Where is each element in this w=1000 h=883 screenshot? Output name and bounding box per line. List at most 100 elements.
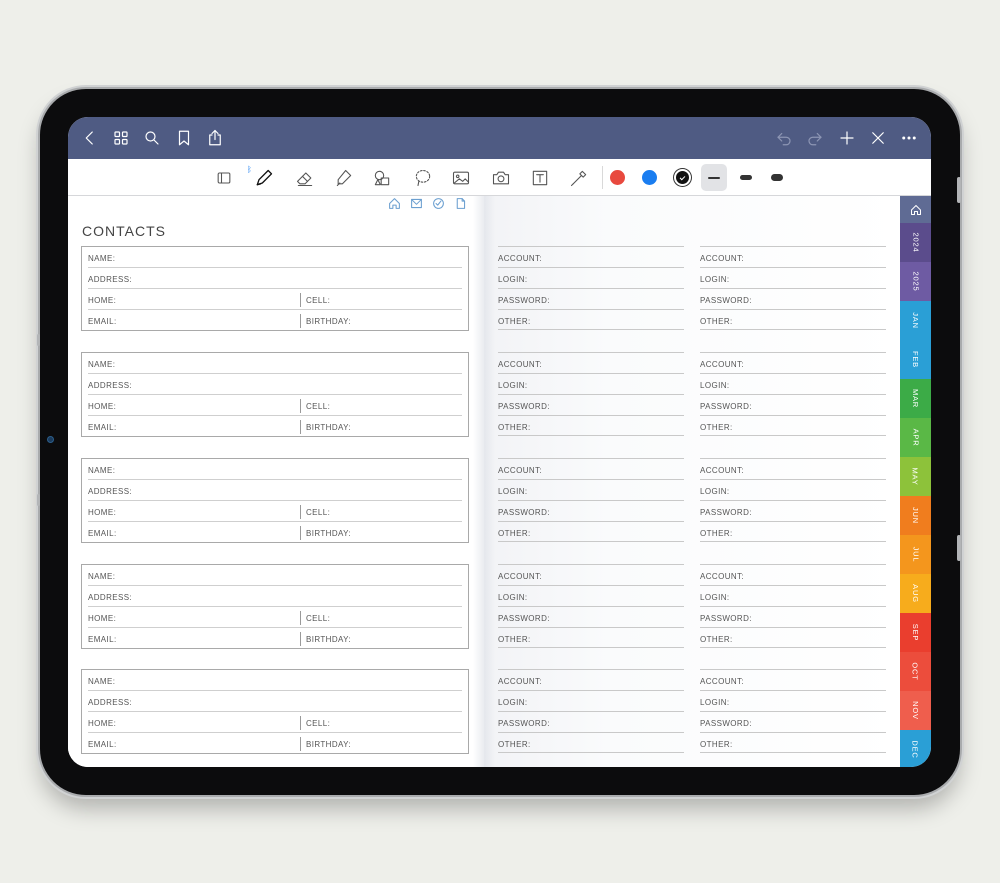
account-row[interactable]: ACCOUNT:	[498, 669, 684, 690]
name-row[interactable]: NAME:	[88, 565, 462, 586]
login-row[interactable]: LOGIN:	[700, 267, 886, 288]
tab-2025[interactable]: 2025	[900, 262, 931, 301]
password-row[interactable]: PASSWORD:	[700, 606, 886, 627]
eraser-icon[interactable]	[291, 164, 319, 191]
phone-row[interactable]: HOME: CELL:	[88, 607, 462, 628]
account-block[interactable]: ACCOUNT: LOGIN: PASSWORD: OTHER:	[700, 246, 886, 346]
contact-card[interactable]: NAME: ADDRESS: HOME: CELL: EMAIL: BIRTHDAY:	[81, 458, 469, 543]
account-row[interactable]: ACCOUNT:	[498, 352, 684, 373]
tab-jun[interactable]: JUN	[900, 496, 931, 535]
mail-icon[interactable]	[409, 196, 424, 211]
account-row[interactable]: ACCOUNT:	[700, 246, 886, 267]
phone-row[interactable]: HOME: CELL:	[88, 395, 462, 416]
password-row[interactable]: PASSWORD:	[700, 500, 886, 521]
login-row[interactable]: LOGIN:	[498, 479, 684, 500]
back-icon[interactable]	[76, 124, 104, 152]
search-icon[interactable]	[138, 124, 166, 152]
login-row[interactable]: LOGIN:	[498, 267, 684, 288]
other-row[interactable]: OTHER:	[700, 627, 886, 648]
login-row[interactable]: LOGIN:	[700, 479, 886, 500]
password-row[interactable]: PASSWORD:	[498, 394, 684, 415]
undo-icon[interactable]	[770, 124, 798, 152]
address-row[interactable]: ADDRESS:	[88, 691, 462, 712]
password-row[interactable]: PASSWORD:	[498, 288, 684, 309]
tab-aug[interactable]: AUG	[900, 574, 931, 613]
account-block[interactable]: ACCOUNT: LOGIN: PASSWORD: OTHER:	[498, 246, 684, 346]
other-row[interactable]: OTHER:	[700, 521, 886, 542]
phone-row[interactable]: HOME: CELL:	[88, 712, 462, 733]
image-icon[interactable]	[447, 164, 475, 191]
contact-card[interactable]: NAME: ADDRESS: HOME: CELL: EMAIL: BIRTHDAY:	[81, 352, 469, 437]
address-row[interactable]: ADDRESS:	[88, 374, 462, 395]
add-icon[interactable]	[833, 124, 861, 152]
account-row[interactable]: ACCOUNT:	[498, 564, 684, 585]
other-row[interactable]: OTHER:	[700, 732, 886, 753]
tab-sep[interactable]: SEP	[900, 613, 931, 652]
address-row[interactable]: ADDRESS:	[88, 586, 462, 607]
read-only-icon[interactable]	[210, 164, 238, 191]
phone-row[interactable]: HOME: CELL:	[88, 289, 462, 310]
color-swatch-blue[interactable]	[642, 170, 657, 185]
tab-apr[interactable]: APR	[900, 418, 931, 457]
tab-jul[interactable]: JUL	[900, 535, 931, 574]
address-row[interactable]: ADDRESS:	[88, 268, 462, 289]
bookmark-icon[interactable]	[170, 124, 198, 152]
tab-jan[interactable]: JAN	[900, 301, 931, 340]
account-row[interactable]: ACCOUNT:	[700, 564, 886, 585]
email-row[interactable]: EMAIL: BIRTHDAY:	[88, 733, 462, 754]
account-row[interactable]: ACCOUNT:	[498, 458, 684, 479]
laser-pointer-icon[interactable]	[565, 164, 593, 191]
email-row[interactable]: EMAIL: BIRTHDAY:	[88, 416, 462, 437]
highlighter-icon[interactable]	[330, 164, 358, 191]
document-icon[interactable]	[453, 196, 468, 211]
password-row[interactable]: PASSWORD:	[498, 500, 684, 521]
tab-dec[interactable]: DEC	[900, 730, 931, 767]
thickness-thin-button[interactable]	[701, 164, 727, 191]
tab-feb[interactable]: FEB	[900, 340, 931, 379]
email-row[interactable]: EMAIL: BIRTHDAY:	[88, 310, 462, 331]
login-row[interactable]: LOGIN:	[498, 690, 684, 711]
contact-card[interactable]: NAME: ADDRESS: HOME: CELL: EMAIL: BIRTHDAY:	[81, 669, 469, 754]
account-block[interactable]: ACCOUNT: LOGIN: PASSWORD: OTHER:	[498, 458, 684, 558]
login-row[interactable]: LOGIN:	[498, 373, 684, 394]
account-block[interactable]: ACCOUNT: LOGIN: PASSWORD: OTHER:	[498, 352, 684, 452]
color-swatch-black[interactable]	[674, 169, 691, 186]
name-row[interactable]: NAME:	[88, 247, 462, 268]
account-row[interactable]: ACCOUNT:	[498, 246, 684, 267]
email-row[interactable]: EMAIL: BIRTHDAY:	[88, 522, 462, 543]
thickness-medium-button[interactable]	[740, 175, 752, 180]
color-swatch-red[interactable]	[610, 170, 625, 185]
check-circle-icon[interactable]	[431, 196, 446, 211]
account-block[interactable]: ACCOUNT: LOGIN: PASSWORD: OTHER:	[700, 564, 886, 664]
account-block[interactable]: ACCOUNT: LOGIN: PASSWORD: OTHER:	[700, 458, 886, 558]
login-row[interactable]: LOGIN:	[700, 585, 886, 606]
more-icon[interactable]	[895, 124, 923, 152]
name-row[interactable]: NAME:	[88, 670, 462, 691]
tab-home[interactable]	[900, 196, 931, 223]
account-row[interactable]: ACCOUNT:	[700, 669, 886, 690]
phone-row[interactable]: HOME: CELL:	[88, 501, 462, 522]
tab-2024[interactable]: 2024	[900, 223, 931, 262]
name-row[interactable]: NAME:	[88, 459, 462, 480]
password-row[interactable]: PASSWORD:	[498, 711, 684, 732]
other-row[interactable]: OTHER:	[498, 521, 684, 542]
email-row[interactable]: EMAIL: BIRTHDAY:	[88, 628, 462, 649]
address-row[interactable]: ADDRESS:	[88, 480, 462, 501]
password-row[interactable]: PASSWORD:	[700, 711, 886, 732]
tab-oct[interactable]: OCT	[900, 652, 931, 691]
tab-mar[interactable]: MAR	[900, 379, 931, 418]
text-tool-icon[interactable]	[526, 164, 554, 191]
camera-icon[interactable]	[487, 164, 515, 191]
login-row[interactable]: LOGIN:	[498, 585, 684, 606]
other-row[interactable]: OTHER:	[700, 309, 886, 330]
other-row[interactable]: OTHER:	[700, 415, 886, 436]
other-row[interactable]: OTHER:	[498, 415, 684, 436]
grid-icon[interactable]	[107, 124, 135, 152]
account-block[interactable]: ACCOUNT: LOGIN: PASSWORD: OTHER:	[700, 669, 886, 767]
lasso-icon[interactable]	[409, 164, 437, 191]
redo-icon[interactable]	[801, 124, 829, 152]
share-icon[interactable]	[201, 124, 229, 152]
other-row[interactable]: OTHER:	[498, 627, 684, 648]
password-row[interactable]: PASSWORD:	[700, 288, 886, 309]
thickness-thick-button[interactable]	[771, 174, 783, 181]
